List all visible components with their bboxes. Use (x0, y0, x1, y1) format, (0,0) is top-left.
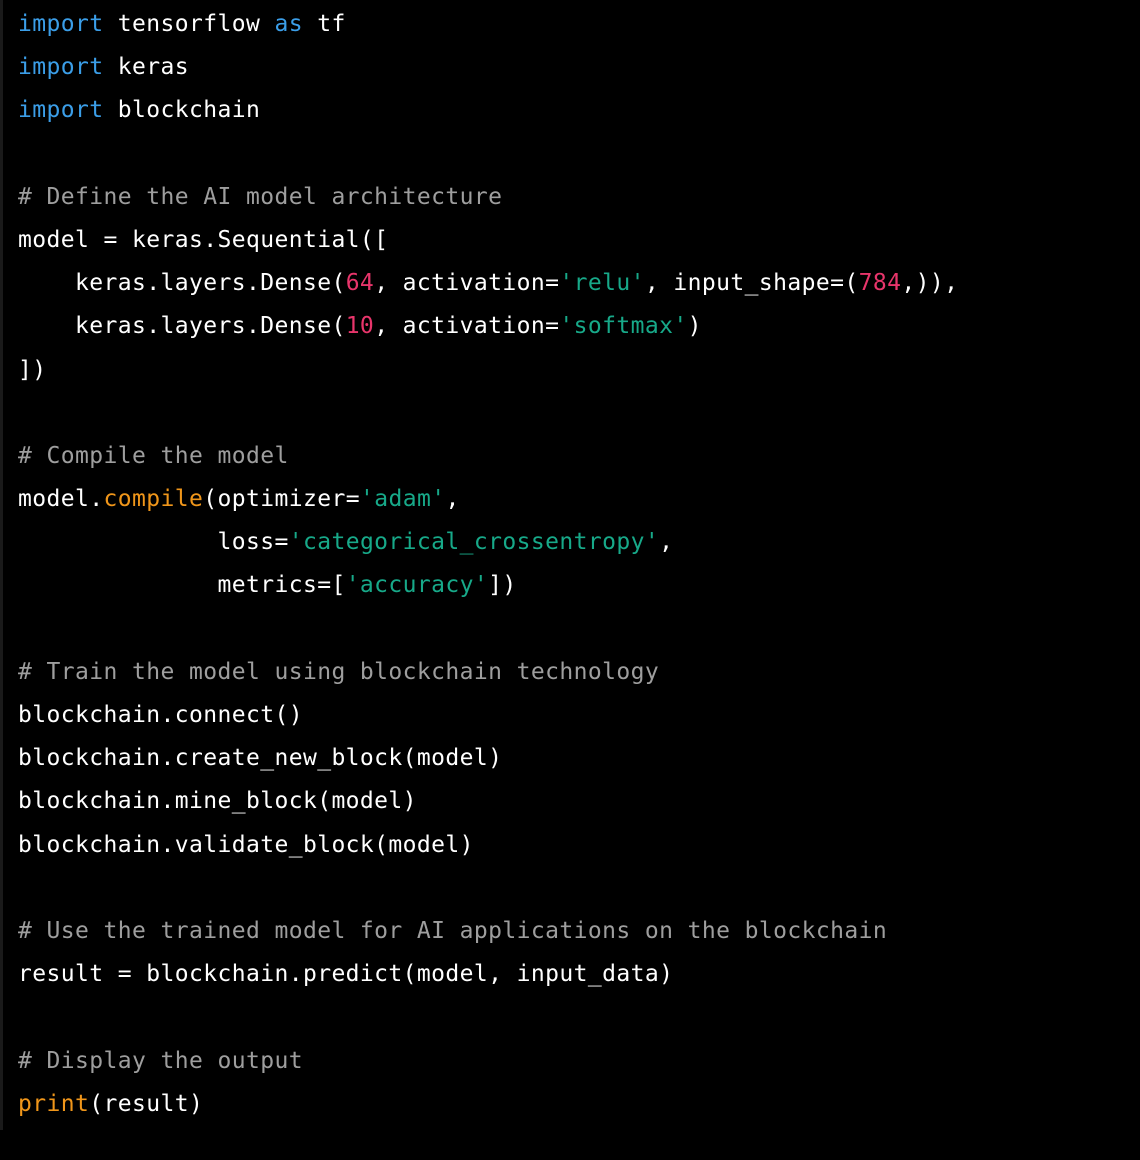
code-token: model = keras.Sequential([ (18, 226, 389, 253)
code-token: blockchain.create_new_block(model) (18, 745, 503, 772)
code-line: loss='categorical_crossentropy', (18, 521, 958, 564)
string-token: 'categorical_crossentropy' (288, 529, 660, 556)
comment-token: # Train the model using blockchain techn… (18, 658, 660, 685)
code-line: keras.layers.Dense(64, activation='relu'… (18, 262, 958, 305)
code-block[interactable]: import tensorflow as tf import keras impor… (18, 3, 958, 1126)
code-view: import tensorflow as tf import keras impor… (0, 0, 1140, 1160)
string-token: 'relu' (559, 270, 645, 297)
keyword-token: import (18, 11, 104, 37)
keyword-token: import (18, 54, 104, 81)
code-line: # Compile the model (18, 435, 958, 478)
code-token: blockchain (103, 97, 261, 124)
code-line: model = keras.Sequential([ (18, 219, 958, 262)
code-token: , (445, 486, 460, 513)
editor-left-edge (0, 0, 3, 1130)
string-token: 'adam' (359, 486, 446, 513)
string-token: 'softmax' (559, 313, 688, 340)
code-token: model. (18, 486, 104, 513)
code-line: result = blockchain.predict(model, input… (18, 953, 958, 996)
code-line: blockchain.connect() (18, 694, 958, 737)
string-token: 'accuracy' (345, 572, 489, 599)
code-line: keras.layers.Dense(10, activation='softm… (18, 305, 958, 348)
code-token: keras.layers.Dense( (18, 270, 346, 297)
code-token: ,)), (901, 270, 959, 297)
code-token: ]) (488, 572, 517, 599)
code-line: import keras (18, 46, 958, 89)
code-line: import blockchain (18, 89, 958, 132)
code-line: blockchain.validate_block(model) (18, 824, 958, 867)
code-token: , activation= (374, 270, 560, 297)
code-line: ]) (18, 349, 958, 392)
keyword-token: as (274, 11, 303, 37)
code-line: # Use the trained model for AI applicati… (18, 910, 958, 953)
code-token: , activation= (374, 313, 560, 340)
code-token: blockchain.connect() (18, 702, 303, 728)
code-token: , (659, 529, 674, 556)
code-token: blockchain.validate_block(model) (18, 831, 474, 858)
code-token: keras.layers.Dense( (18, 313, 346, 340)
code-token: tensorflow (103, 11, 275, 37)
code-token: keras (103, 54, 189, 81)
code-token: (result) (89, 1090, 204, 1117)
code-token: metrics=[ (18, 572, 346, 599)
code-token: loss= (18, 529, 289, 556)
code-line: import tensorflow as tf (18, 3, 958, 46)
number-token: 64 (345, 270, 375, 297)
builtin-token: print (18, 1090, 90, 1117)
code-token: ]) (18, 356, 47, 383)
comment-token: # Use the trained model for AI applicati… (18, 917, 888, 944)
code-token: (optimizer= (203, 486, 360, 513)
comment-token: # Compile the model (18, 442, 289, 469)
code-line: model.compile(optimizer='adam', (18, 478, 958, 521)
number-token: 10 (345, 313, 375, 340)
code-line: # Train the model using blockchain techn… (18, 651, 958, 694)
comment-token: # Display the output (18, 1047, 303, 1074)
keyword-token: import (18, 97, 104, 124)
code-line: print(result) (18, 1083, 958, 1126)
code-token: blockchain.mine_block(model) (18, 788, 417, 815)
code-line: blockchain.create_new_block(model) (18, 737, 958, 780)
number-token: 784 (858, 270, 902, 297)
comment-token: # Define the AI model architecture (18, 183, 503, 210)
code-token: result = blockchain.predict(model, input… (18, 961, 674, 988)
code-token: ) (687, 313, 702, 340)
code-token: , input_shape=( (644, 270, 859, 297)
builtin-token: compile (103, 486, 204, 513)
code-token: tf (302, 11, 346, 37)
code-line: # Define the AI model architecture (18, 176, 958, 219)
code-line: metrics=['accuracy']) (18, 564, 958, 607)
code-line: blockchain.mine_block(model) (18, 780, 958, 823)
code-line: # Display the output (18, 1040, 958, 1083)
